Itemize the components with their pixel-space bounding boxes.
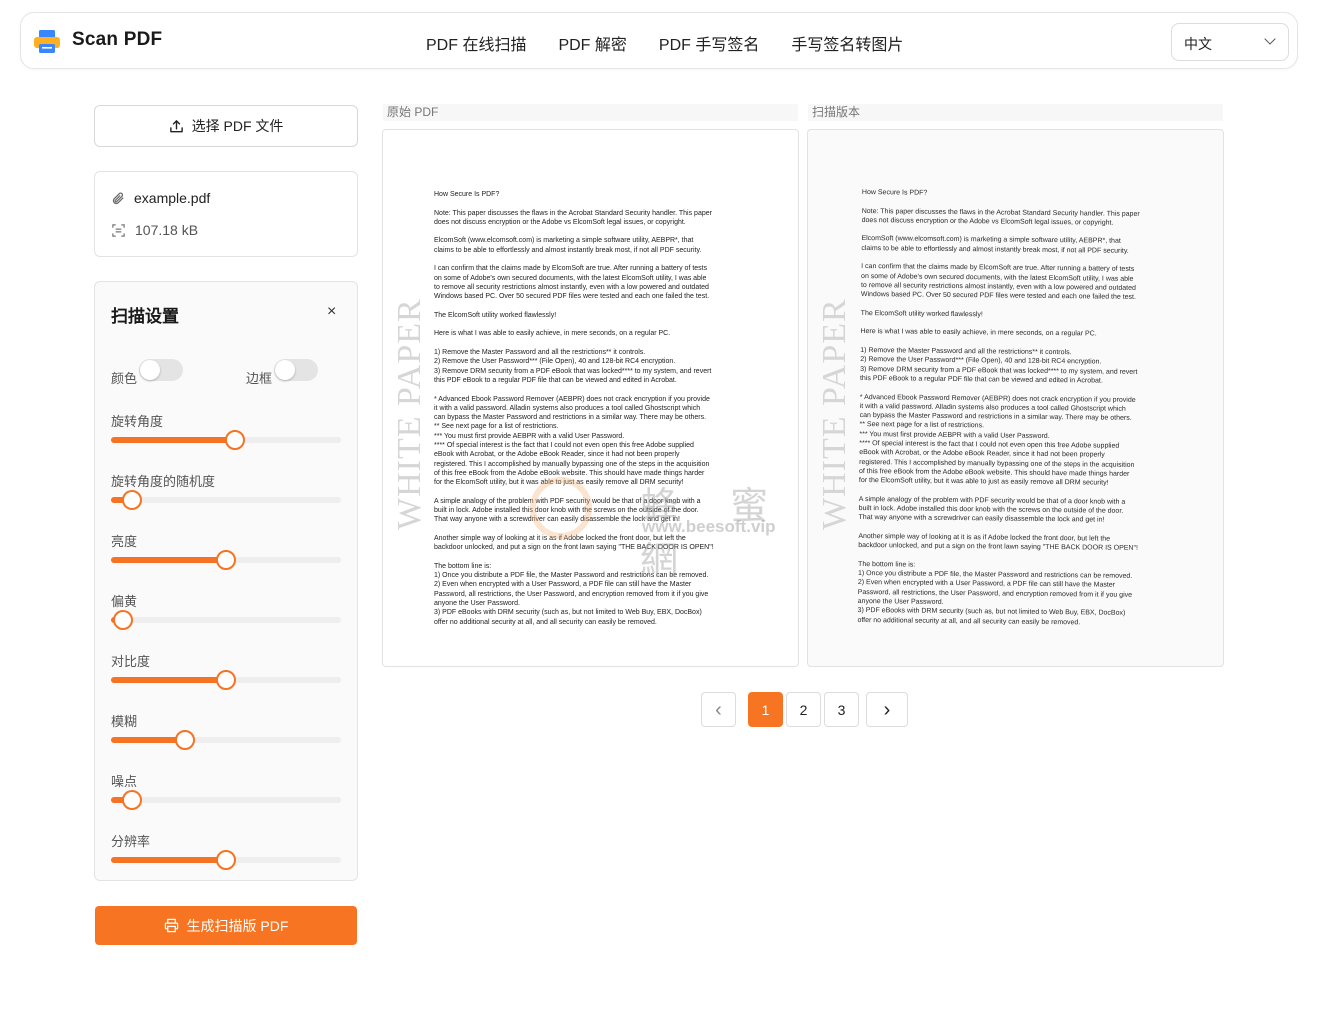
slider-track[interactable]: [111, 430, 341, 450]
document-paragraph: Here is what I was able to easily achiev…: [434, 330, 671, 338]
slider-label: 旋转角度: [111, 414, 164, 429]
scanned-version-label: 扫描版本: [808, 104, 1223, 121]
prev-page-button[interactable]: ‹: [701, 692, 736, 727]
slider-label: 噪点: [111, 774, 138, 789]
slider-thumb[interactable]: [225, 430, 246, 450]
slider-thumb[interactable]: [174, 730, 195, 750]
file-name: example.pdf: [134, 190, 211, 206]
slider-fill: [111, 737, 185, 743]
slider-label: 模糊: [111, 714, 138, 729]
paperclip-icon: [112, 192, 124, 204]
scan-settings-panel: 扫描设置 × 颜色 边框 旋转角度旋转角度的随机度 亮度偏黄对比度模糊噪点分辨率: [94, 281, 358, 881]
slider-track[interactable]: [111, 490, 341, 510]
nav-pdf-signature[interactable]: PDF 手写签名: [659, 31, 759, 55]
color-toggle-label: 颜色: [111, 371, 138, 386]
slider-track[interactable]: [111, 670, 341, 690]
chevron-right-icon: ›: [883, 698, 891, 721]
language-value: 中文: [1184, 36, 1212, 52]
original-pdf-label: 原始 PDF: [383, 104, 798, 121]
slider-track[interactable]: [111, 730, 341, 750]
file-info-card: example.pdf 107.18 kB: [94, 171, 358, 257]
document-paragraph: Another simple way of looking at it is a…: [434, 534, 714, 552]
document-paragraph: 1) Remove the Master Password and all th…: [859, 347, 1138, 385]
slider-thumb[interactable]: [112, 610, 133, 630]
select-pdf-button[interactable]: 选择 PDF 文件: [94, 105, 358, 147]
language-select[interactable]: 中文: [1171, 23, 1289, 61]
slider-track[interactable]: [111, 610, 341, 630]
document-paragraph: The bottom line is: 1) Once you distribu…: [434, 562, 709, 626]
slider-thumb[interactable]: [121, 790, 142, 810]
document-paragraph: The ElcomSoft utility worked flawlessly!: [434, 311, 557, 319]
brand-name[interactable]: Scan PDF: [72, 29, 162, 51]
file-size-row: 107.18 kB: [111, 222, 198, 238]
toggle-knob: [275, 360, 295, 380]
toggle-knob: [140, 360, 160, 380]
nav-pdf-scan[interactable]: PDF 在线扫描: [426, 31, 526, 55]
slider-thumb[interactable]: [216, 670, 236, 690]
slider-fill: [111, 857, 226, 863]
select-pdf-label: 选择 PDF 文件: [191, 118, 284, 134]
border-toggle[interactable]: [274, 359, 318, 381]
printer-logo-icon: [34, 30, 60, 53]
slider-thumb[interactable]: [121, 490, 142, 510]
document-paragraph: * Advanced Ebook Password Remover (AEBPR…: [434, 395, 710, 487]
document-paragraph: A simple analogy of the problem with PDF…: [858, 495, 1126, 524]
document-paragraph: Note: This paper discusses the flaws in …: [861, 207, 1140, 227]
slider-thumb[interactable]: [216, 550, 236, 570]
document-paragraph: Note: This paper discusses the flaws in …: [434, 209, 712, 226]
generate-scanned-pdf-button[interactable]: 生成扫描版 PDF: [95, 906, 357, 945]
document-paragraph: ElcomSoft (www.elcomsoft.com) is marketi…: [861, 235, 1129, 255]
slider-fill: [111, 677, 226, 683]
slider-track[interactable]: [111, 790, 341, 810]
white-paper-watermark: WHITE PAPER: [391, 298, 428, 530]
slider-label: 旋转角度的随机度: [111, 474, 216, 489]
document-paragraph: ElcomSoft (www.elcomsoft.com) is marketi…: [434, 237, 702, 254]
page-button-1[interactable]: 1: [748, 692, 783, 727]
printer-icon: [164, 918, 178, 933]
close-icon[interactable]: ×: [327, 304, 336, 320]
file-name-row: example.pdf: [111, 190, 210, 206]
slider-fill: [111, 437, 236, 443]
border-toggle-label: 边框: [246, 371, 273, 386]
slider-fill: [111, 557, 226, 563]
nav-signature-to-image[interactable]: 手写签名转图片: [791, 31, 903, 55]
document-paragraph: I can confirm that the claims made by El…: [860, 263, 1136, 302]
document-paragraph: * Advanced Ebook Password Remover (AEBPR…: [858, 393, 1136, 487]
document-paragraph: The ElcomSoft utility worked flawlessly!: [860, 309, 983, 319]
document-paragraph: Another simple way of looking at it is a…: [858, 532, 1138, 553]
document-text-scanned: How Secure Is PDF? Note: This paper discu…: [857, 188, 1192, 638]
slider-track[interactable]: [111, 850, 341, 870]
chevron-down-icon: [1264, 33, 1276, 45]
settings-title: 扫描设置: [111, 307, 179, 326]
chevron-left-icon: ‹: [715, 698, 722, 721]
file-size-icon: [112, 223, 125, 237]
document-text: How Secure Is PDF? Note: This paper discu…: [434, 190, 764, 636]
top-nav-bar: Scan PDF PDF 在线扫描 PDF 解密 PDF 手写签名 手写签名转图…: [20, 12, 1298, 69]
document-paragraph: Here is what I was able to easily achiev…: [860, 328, 1097, 338]
scanned-pdf-preview: WHITE PAPER How Secure Is PDF? Note: This…: [807, 129, 1224, 667]
file-size: 107.18 kB: [135, 222, 199, 238]
slider-label: 分辨率: [111, 834, 151, 849]
slider-thumb[interactable]: [216, 850, 236, 870]
slider-label: 亮度: [111, 534, 138, 549]
original-pdf-preview: WHITE PAPER How Secure Is PDF? Note: This…: [382, 129, 799, 667]
document-paragraph: The bottom line is: 1) Once you distribu…: [857, 560, 1133, 626]
page-button-3[interactable]: 3: [824, 692, 859, 727]
slider-label: 对比度: [111, 654, 151, 669]
white-paper-watermark: WHITE PAPER: [816, 298, 853, 530]
main-nav: PDF 在线扫描 PDF 解密 PDF 手写签名 手写签名转图片: [426, 31, 903, 55]
page-button-2[interactable]: 2: [786, 692, 821, 727]
generate-label: 生成扫描版 PDF: [186, 917, 289, 934]
document-paragraph: How Secure Is PDF?: [434, 191, 500, 198]
color-toggle[interactable]: [139, 359, 183, 381]
next-page-button[interactable]: ›: [866, 692, 908, 727]
document-paragraph: 1) Remove the Master Password and all th…: [434, 349, 712, 384]
nav-pdf-decrypt[interactable]: PDF 解密: [558, 31, 626, 55]
document-paragraph: How Secure Is PDF?: [861, 188, 928, 197]
slider-track[interactable]: [111, 550, 341, 570]
document-paragraph: A simple analogy of the problem with PDF…: [434, 497, 701, 524]
slider-label: 偏黄: [111, 594, 138, 609]
document-paragraph: I can confirm that the claims made by El…: [434, 265, 710, 301]
upload-icon: [169, 119, 183, 132]
